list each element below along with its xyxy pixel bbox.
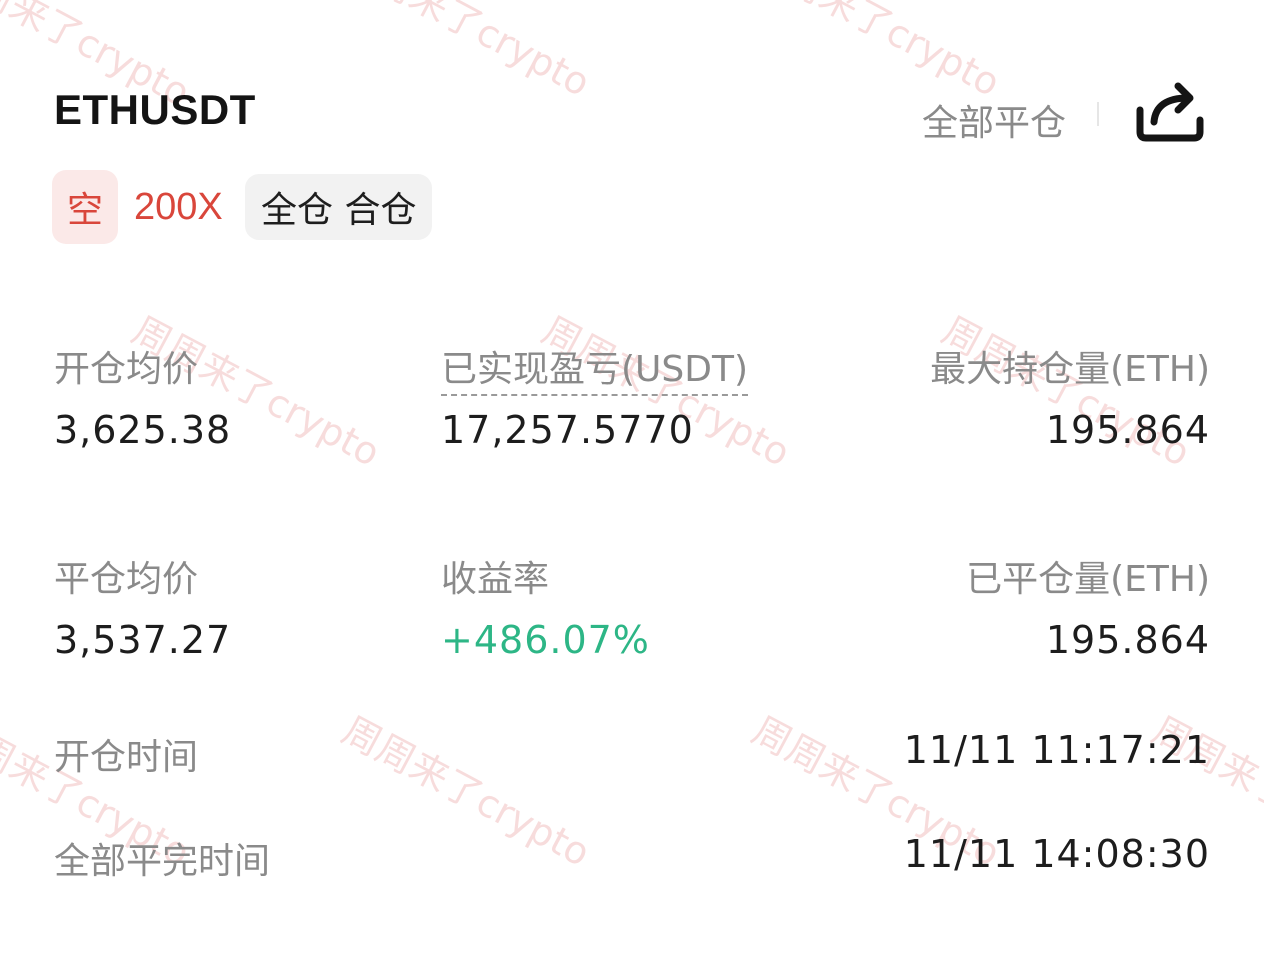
watermark: 周周来了crypto xyxy=(745,0,1008,106)
open-time-value: 11/11 11:17:21 xyxy=(903,728,1210,772)
max-position-value: 195.864 xyxy=(1045,408,1210,452)
direction-badge: 空 xyxy=(52,170,118,244)
full-close-time-label: 全部平完时间 xyxy=(54,841,271,882)
open-avg-price-value: 3,625.38 xyxy=(54,408,232,452)
open-time-label: 开仓时间 xyxy=(54,737,199,778)
max-position-label: 最大持仓量(ETH) xyxy=(930,349,1210,390)
position-detail-screen: 周周来了crypto 周周来了crypto 周周来了crypto 周周来了cry… xyxy=(0,0,1264,970)
return-rate-value: +486.07% xyxy=(441,618,650,662)
close-all-button[interactable]: 全部平仓 xyxy=(922,94,1066,146)
margin-mode-badge: 全仓 合仓 xyxy=(245,174,433,240)
header-divider xyxy=(1097,102,1099,126)
open-avg-price-label: 开仓均价 xyxy=(54,349,199,390)
close-avg-price-label: 平仓均价 xyxy=(54,559,199,600)
realized-pnl-label[interactable]: 已实现盈亏(USDT) xyxy=(441,340,749,396)
full-close-time-value: 11/11 14:08:30 xyxy=(903,832,1210,876)
realized-pnl-value: 17,257.5770 xyxy=(441,408,694,452)
close-avg-price-value: 3,537.27 xyxy=(54,618,232,662)
share-icon[interactable] xyxy=(1132,76,1206,146)
watermark: 周周来了crypto xyxy=(335,0,598,106)
return-rate-label: 收益率 xyxy=(441,559,550,600)
closed-amount-value: 195.864 xyxy=(1045,618,1210,662)
symbol-title: ETHUSDT xyxy=(54,86,256,133)
closed-amount-label: 已平仓量(ETH) xyxy=(966,559,1210,600)
watermark: 周周来了crypto xyxy=(335,707,598,876)
leverage-label: 200X xyxy=(134,186,223,228)
